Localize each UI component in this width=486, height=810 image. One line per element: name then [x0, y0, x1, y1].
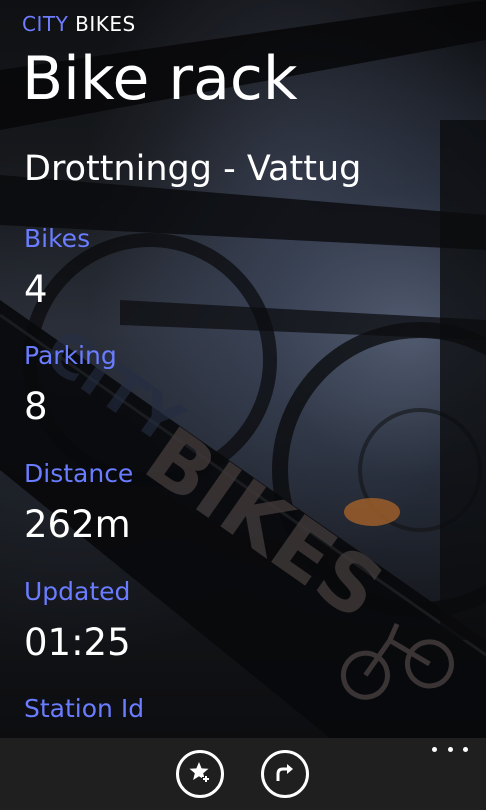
bikes-value: 4: [24, 268, 48, 311]
app-title: CITY BIKES: [22, 12, 136, 36]
updated-label: Updated: [24, 577, 131, 606]
turn-arrow-icon: [272, 759, 298, 789]
svg-text:CITY: CITY: [31, 315, 196, 460]
add-favorite-button[interactable]: [176, 750, 224, 798]
ellipsis-icon[interactable]: [432, 742, 468, 756]
parking-value: 8: [24, 385, 48, 428]
distance-value: 262m: [24, 503, 131, 546]
star-add-icon: [187, 759, 213, 789]
frame-lettering: BIKES: [129, 409, 399, 637]
updated-value: 01:25: [24, 621, 131, 664]
bikes-label: Bikes: [24, 224, 91, 253]
directions-button[interactable]: [261, 750, 309, 798]
application-bar: [0, 738, 486, 810]
page-title: Bike rack: [22, 44, 298, 114]
distance-label: Distance: [24, 459, 134, 488]
parking-label: Parking: [24, 341, 117, 370]
station-name: Drottningg - Vattug: [24, 149, 362, 189]
station-id-label: Station Id: [24, 694, 145, 723]
